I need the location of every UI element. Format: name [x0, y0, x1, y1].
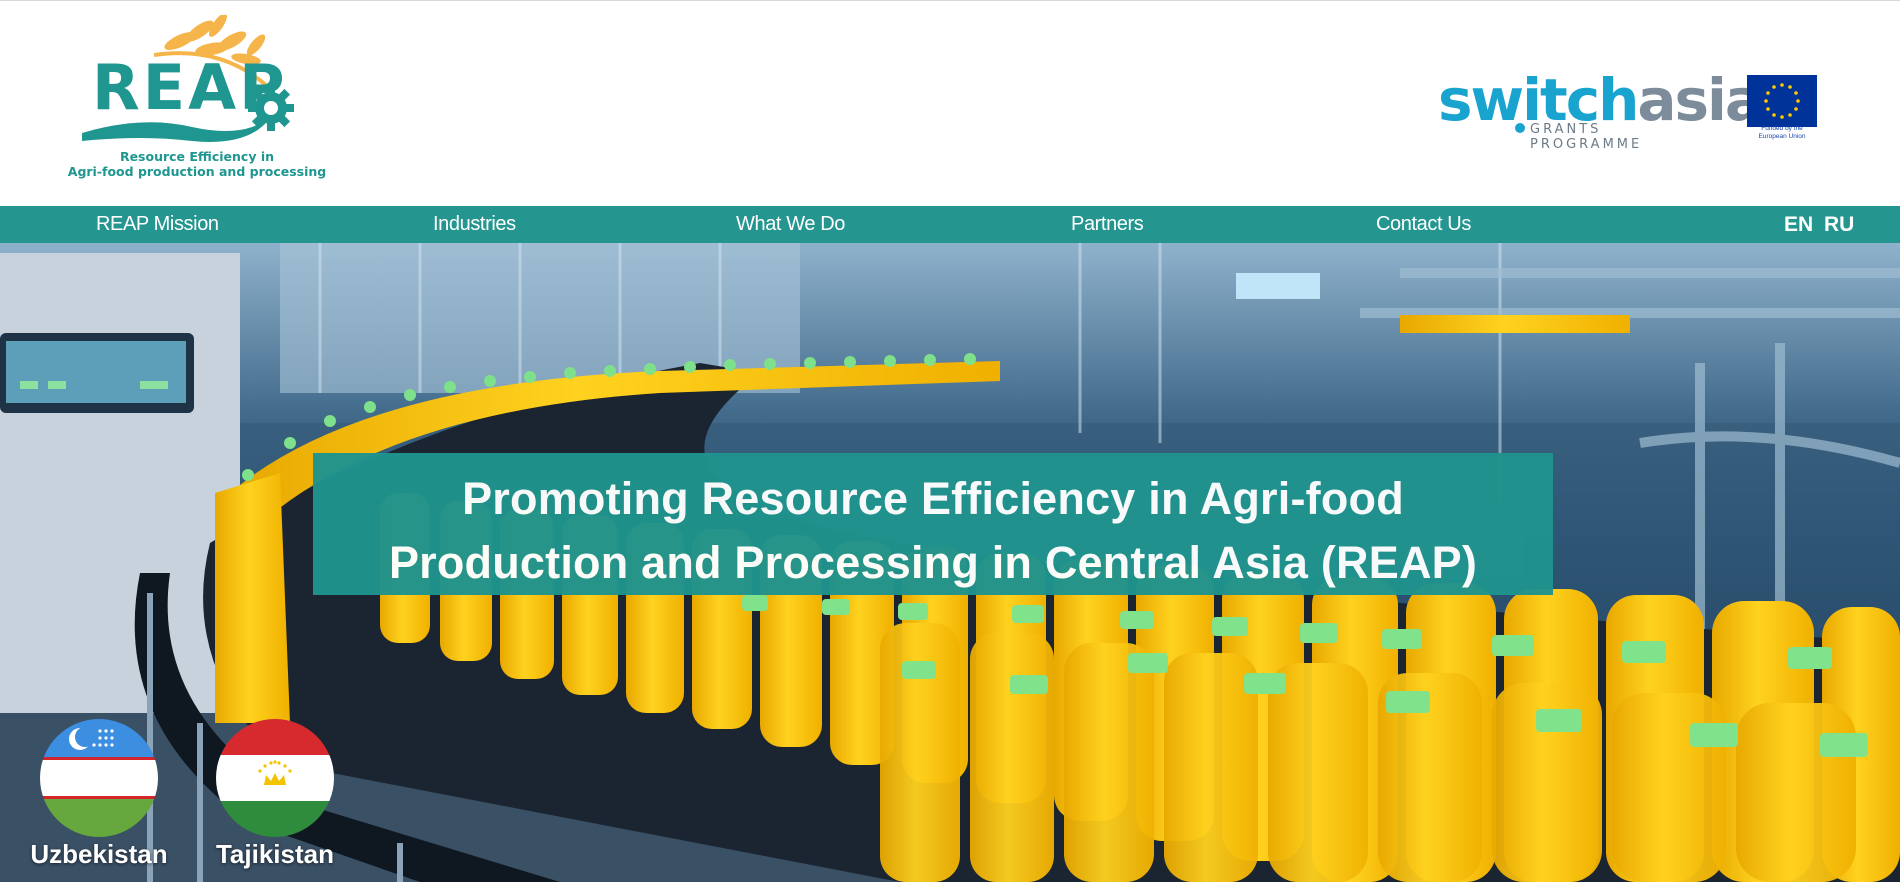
site-header: REAP Resource Efficiency in Agri-food pr…	[0, 0, 1900, 206]
gear-icon	[248, 85, 294, 131]
eu-caption: Funded by the European Union	[1758, 125, 1806, 140]
nav-item-contact-us[interactable]: Contact Us	[1376, 206, 1471, 243]
country-label: Uzbekistan	[30, 839, 168, 869]
hero-banner: Promoting Resource Efficiency in Agri-fo…	[0, 243, 1900, 882]
eu-flag	[1747, 75, 1817, 127]
nav-item-partners[interactable]: Partners	[1071, 206, 1144, 243]
country-label: Tajikistan	[215, 839, 334, 869]
switch-asia-subtitle: GRANTS PROGRAMME	[1530, 122, 1643, 152]
logo-tagline: Resource Efficiency in Agri-food product…	[67, 149, 327, 179]
language-ru[interactable]: RU	[1824, 206, 1854, 243]
hero-title-box: Promoting Resource Efficiency in Agri-fo…	[313, 453, 1553, 595]
main-nav: REAP Mission Industries What We Do Partn…	[0, 206, 1900, 243]
eu-stars-icon	[1764, 83, 1800, 119]
hero-title: Promoting Resource Efficiency in Agri-fo…	[388, 473, 1478, 588]
switch-asia-logo[interactable]: switchasia GRANTS PROGRAMME	[1436, 71, 1764, 152]
uzbekistan-flag-icon	[40, 719, 158, 837]
nav-item-what-we-do[interactable]: What We Do	[736, 206, 845, 243]
switch-dot-icon	[1515, 123, 1525, 133]
reap-logo[interactable]: REAP Resource Efficiency in Agri-food pr…	[62, 15, 332, 185]
language-en[interactable]: EN	[1784, 206, 1813, 243]
switch-asia-wordmark: switchasia	[1438, 66, 1764, 134]
tajikistan-flag-icon	[216, 719, 334, 837]
nav-item-industries[interactable]: Industries	[433, 206, 516, 243]
nav-item-reap-mission[interactable]: REAP Mission	[96, 206, 219, 243]
